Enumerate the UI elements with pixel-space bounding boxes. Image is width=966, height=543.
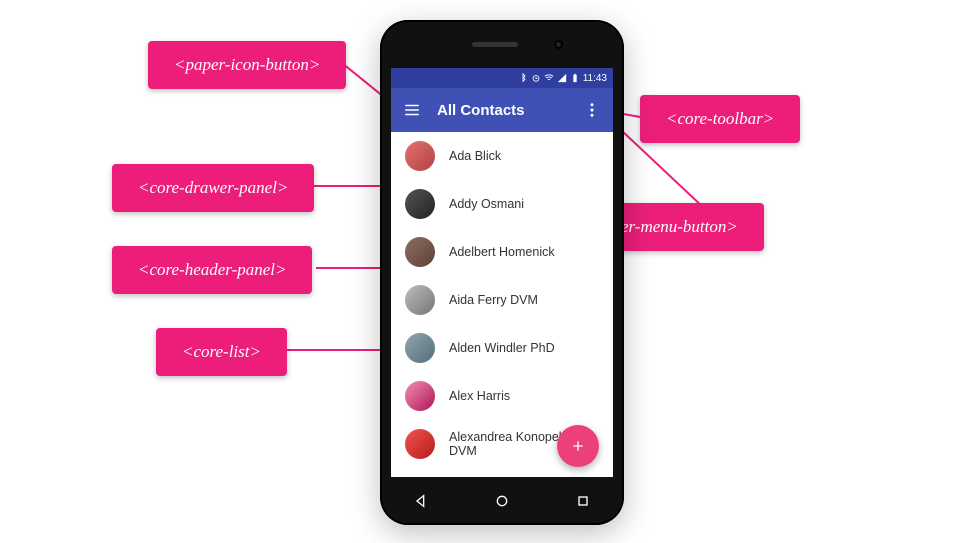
status-time: 11:43 bbox=[583, 73, 607, 84]
battery-icon bbox=[570, 73, 580, 83]
home-icon[interactable] bbox=[494, 493, 510, 509]
contact-name: Aida Ferry DVM bbox=[449, 293, 538, 307]
phone-speaker bbox=[472, 42, 518, 47]
android-status-bar: 11:43 bbox=[391, 68, 613, 88]
phone-earpiece-area bbox=[472, 20, 533, 68]
contact-name: Alden Windler PhD bbox=[449, 341, 555, 355]
phone-camera bbox=[554, 40, 563, 49]
avatar bbox=[405, 333, 435, 363]
avatar bbox=[405, 381, 435, 411]
list-item[interactable]: Aida Ferry DVM bbox=[391, 276, 613, 324]
toolbar-title: All Contacts bbox=[437, 102, 567, 119]
back-icon[interactable] bbox=[413, 493, 429, 509]
alarm-icon bbox=[531, 73, 541, 83]
avatar bbox=[405, 141, 435, 171]
contact-name: Ada Blick bbox=[449, 149, 501, 163]
hamburger-icon bbox=[403, 101, 421, 119]
recents-icon[interactable] bbox=[575, 493, 591, 509]
list-item[interactable]: Addy Osmani bbox=[391, 180, 613, 228]
phone-frame: 11:43 All Contacts Ada Blick Addy Osmani bbox=[380, 20, 624, 525]
app-toolbar: All Contacts bbox=[391, 88, 613, 132]
list-item[interactable]: Adelbert Homenick bbox=[391, 228, 613, 276]
list-item[interactable]: Ada Blick bbox=[391, 132, 613, 180]
contact-list[interactable]: Ada Blick Addy Osmani Adelbert Homenick … bbox=[391, 132, 613, 477]
list-item[interactable]: Alex Harris bbox=[391, 372, 613, 420]
callout-core-drawer-panel: <core-drawer-panel> bbox=[112, 164, 314, 212]
wifi-icon bbox=[544, 73, 554, 83]
more-vert-icon bbox=[583, 101, 601, 119]
plus-icon bbox=[570, 438, 586, 454]
contact-name: Addy Osmani bbox=[449, 197, 524, 211]
callout-core-toolbar: <core-toolbar> bbox=[640, 95, 800, 143]
contact-name: Alex Harris bbox=[449, 389, 510, 403]
contact-name: Adelbert Homenick bbox=[449, 245, 555, 259]
android-nav-bar bbox=[380, 477, 624, 525]
add-contact-fab[interactable] bbox=[557, 425, 599, 467]
avatar bbox=[405, 189, 435, 219]
avatar bbox=[405, 285, 435, 315]
callout-paper-icon-button: <paper-icon-button> bbox=[148, 41, 346, 89]
overflow-menu-button[interactable] bbox=[581, 99, 603, 121]
bluetooth-icon bbox=[518, 73, 528, 83]
callout-core-list: <core-list> bbox=[156, 328, 287, 376]
phone-screen: 11:43 All Contacts Ada Blick Addy Osmani bbox=[391, 68, 613, 477]
avatar bbox=[405, 429, 435, 459]
menu-button[interactable] bbox=[401, 99, 423, 121]
signal-icon bbox=[557, 73, 567, 83]
callout-core-header-panel: <core-header-panel> bbox=[112, 246, 312, 294]
list-item[interactable]: Alden Windler PhD bbox=[391, 324, 613, 372]
avatar bbox=[405, 237, 435, 267]
